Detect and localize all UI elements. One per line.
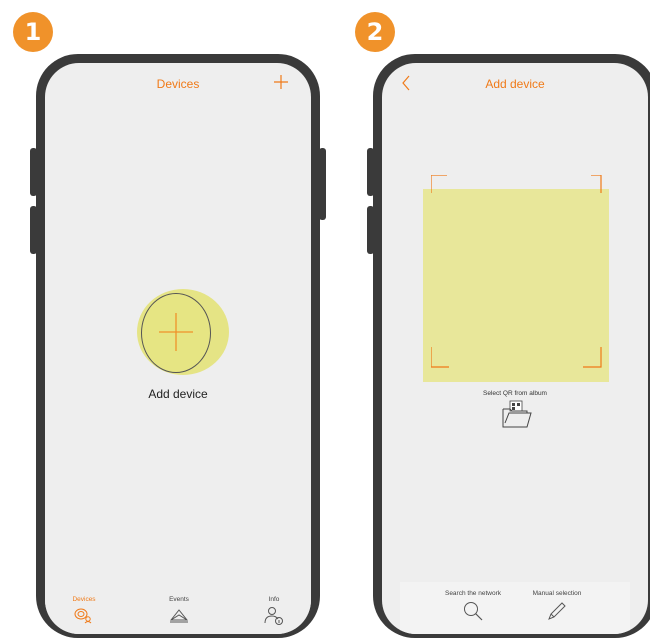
- power-button: [319, 148, 326, 220]
- search-network-button[interactable]: Search the network: [428, 590, 518, 622]
- volume-down-button: [30, 206, 37, 254]
- manual-selection-label: Manual selection: [532, 590, 582, 597]
- plus-icon: [159, 313, 193, 351]
- page-title: Devices: [156, 77, 200, 91]
- tab-devices[interactable]: Devices: [54, 596, 114, 624]
- screen-1: Devices Add device Devices Events Info: [45, 63, 311, 634]
- select-qr-label: Select QR from album: [483, 390, 547, 397]
- tab-bar: Devices Events Info: [45, 582, 311, 634]
- phone-devices-screen: Devices Add device Devices Events Info: [30, 54, 326, 638]
- volume-down-button: [367, 206, 374, 254]
- tab-events-label: Events: [169, 596, 189, 603]
- manual-selection-button[interactable]: Manual selection: [512, 590, 602, 622]
- add-icon[interactable]: [273, 74, 289, 90]
- pencil-icon: [548, 602, 566, 620]
- step-1-badge: 1: [13, 12, 53, 52]
- search-icon: [464, 602, 483, 621]
- tab-info-label: Info: [268, 596, 280, 603]
- info-icon: [264, 607, 283, 625]
- page-title: Add device: [485, 77, 545, 91]
- screen-2: Add device Select QR from album Search t…: [382, 63, 648, 634]
- tab-devices-label: Devices: [72, 596, 96, 603]
- folder-qr-icon[interactable]: [501, 399, 533, 429]
- bottom-actions: Search the network Manual selection: [400, 582, 630, 634]
- step-2-badge: 2: [355, 12, 395, 52]
- phone-add-device-screen: Add device Select QR from album Search t…: [367, 54, 650, 638]
- scan-frame-corners: [431, 175, 602, 368]
- events-icon: [169, 609, 189, 623]
- add-device-button[interactable]: [137, 289, 229, 375]
- tab-events[interactable]: Events: [149, 596, 209, 624]
- devices-icon: [74, 608, 92, 624]
- tab-info[interactable]: Info: [244, 596, 304, 626]
- volume-up-button: [367, 148, 374, 196]
- add-device-label: Add device: [148, 387, 208, 401]
- volume-up-button: [30, 148, 37, 196]
- search-network-label: Search the network: [444, 590, 501, 597]
